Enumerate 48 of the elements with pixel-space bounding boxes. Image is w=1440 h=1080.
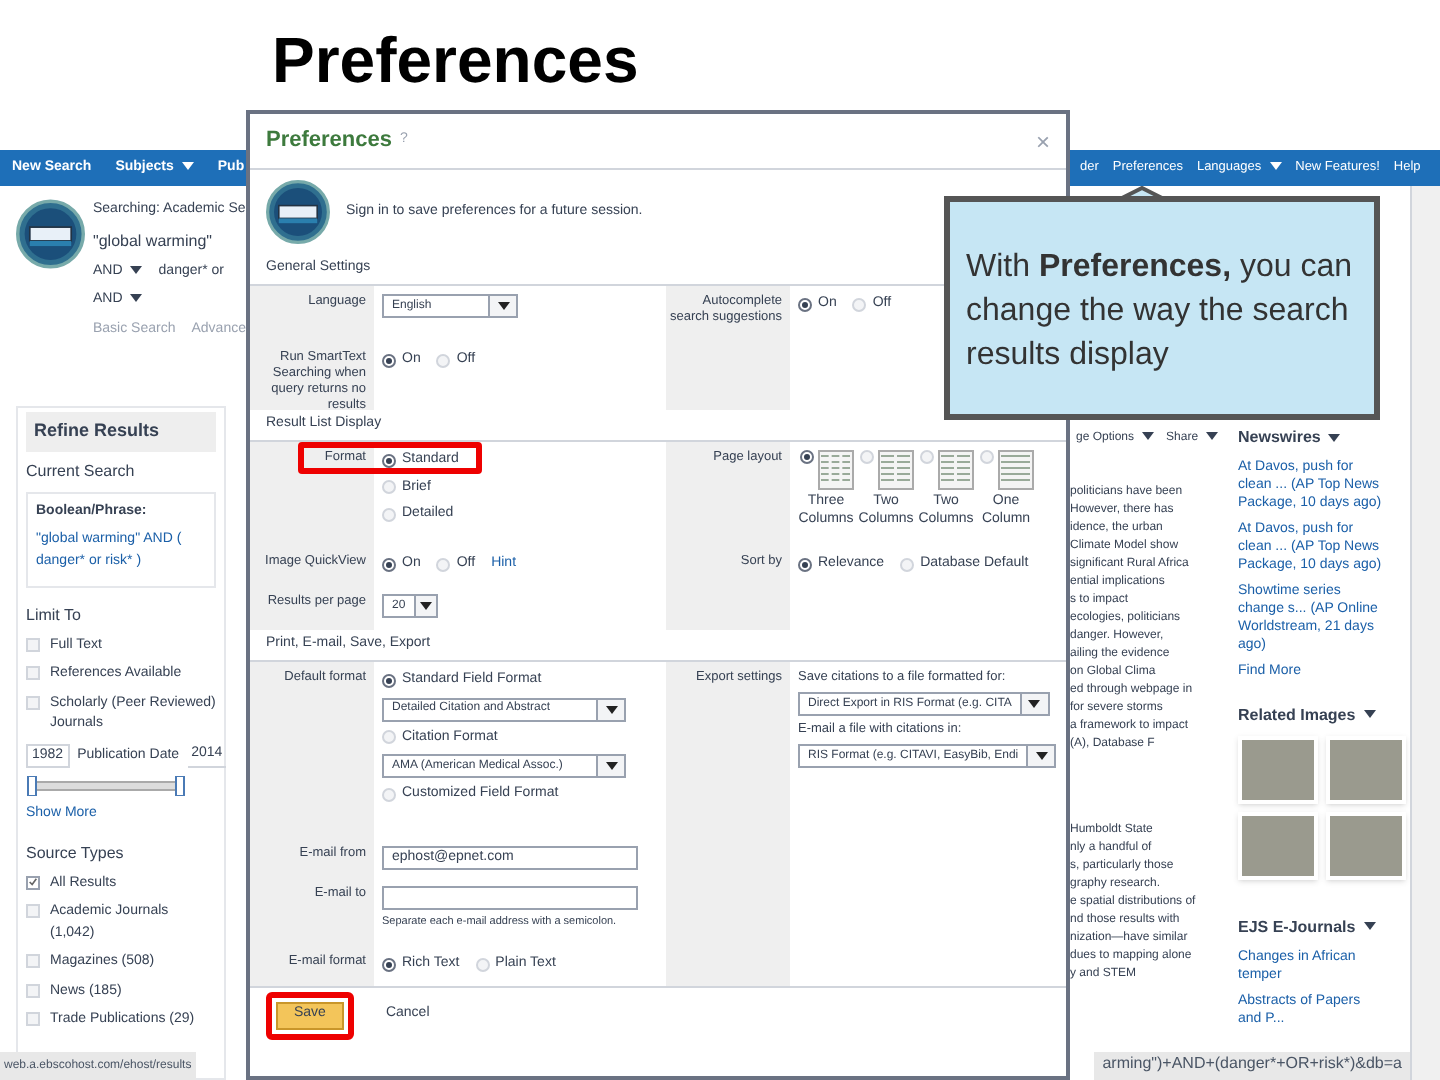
radio-button[interactable] [798, 297, 812, 312]
caret-icon [1142, 432, 1155, 441]
caret-icon [1328, 434, 1341, 442]
range-slider[interactable] [26, 776, 186, 796]
widget-heading: EJS E-Journals [1238, 915, 1410, 939]
callout-text: With Preferences, you can change the way the search results display [966, 248, 1354, 376]
photo-placeholder[interactable] [1326, 735, 1406, 803]
status-url: arming")+AND+(danger*+OR+risk*)&db=a [1094, 1052, 1410, 1080]
radio-button[interactable] [382, 557, 396, 572]
panel-heading: Current Search [26, 459, 137, 483]
checkbox[interactable] [26, 875, 40, 889]
caret-icon [130, 265, 143, 274]
radio-button[interactable] [382, 353, 396, 368]
caret-icon [605, 762, 617, 770]
label-cell [666, 946, 790, 986]
caret-icon [419, 602, 432, 610]
caret-icon [1269, 162, 1282, 171]
widget-heading: Newswires [1238, 426, 1321, 450]
dialog-title: Preferences [266, 126, 392, 157]
caret-icon [1363, 710, 1376, 719]
email-to-field[interactable] [382, 886, 638, 910]
photo-placeholder[interactable] [1326, 811, 1406, 879]
photo-placeholder[interactable] [1238, 811, 1318, 879]
panel-heading: Source Types [26, 841, 126, 865]
panel-heading: Limit To [26, 603, 83, 627]
panel-title: Refine Results [26, 412, 216, 451]
radio-button[interactable] [798, 557, 812, 572]
caret-icon [605, 705, 617, 713]
caret-icon [1363, 922, 1376, 931]
radio-button[interactable] [799, 450, 813, 464]
radio-button[interactable] [382, 453, 396, 468]
caret-icon [1035, 752, 1048, 760]
page-layout-icon [817, 450, 853, 490]
radio-button[interactable] [382, 957, 396, 972]
radio-button[interactable] [382, 673, 396, 688]
photo-placeholder[interactable] [1238, 735, 1318, 803]
caret-icon [130, 294, 143, 303]
logo-icon [266, 180, 330, 244]
page-layout-icon [997, 450, 1033, 490]
logo-icon [16, 194, 85, 274]
widget-heading: Related Images [1238, 703, 1410, 727]
page-layout-icon [937, 450, 973, 490]
caret-icon [181, 161, 194, 170]
caret-icon [1206, 432, 1219, 441]
slide-title: Preferences [272, 28, 641, 92]
caret-icon [497, 302, 509, 310]
page-layout-icon [877, 450, 913, 490]
caret-icon [1028, 700, 1041, 708]
